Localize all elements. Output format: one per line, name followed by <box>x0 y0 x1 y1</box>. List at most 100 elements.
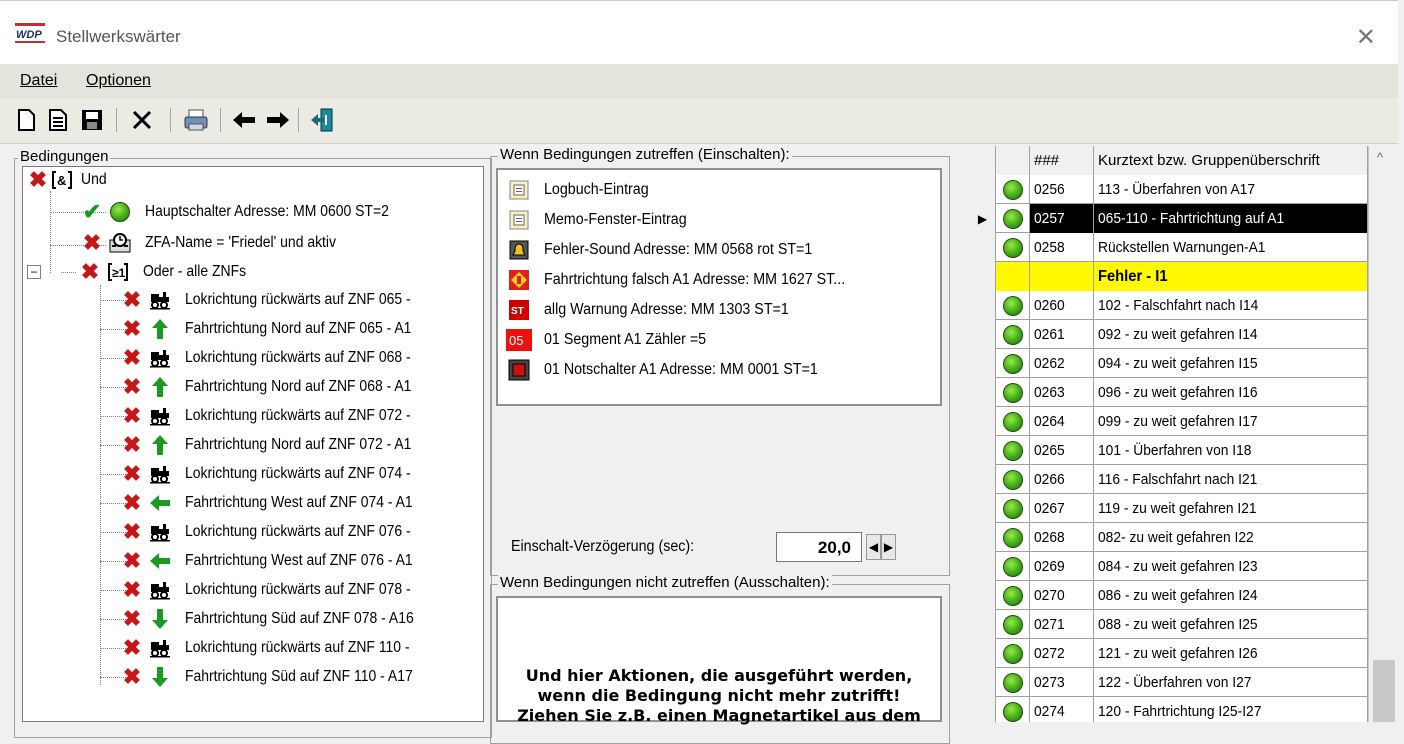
tree-child-item[interactable]: ✖ Fahrtrichtung Süd auf ZNF 110 - A17 <box>121 664 438 690</box>
row-indicator[interactable] <box>970 233 996 262</box>
row-indicator[interactable] <box>970 523 996 552</box>
status-led-icon <box>1002 527 1023 548</box>
tree-child-item[interactable]: ✖ Lokrichtung rückwärts auf ZNF 072 - <box>121 403 436 429</box>
grid-row[interactable]: 0269 084 - zu weit gefahren I23 <box>970 552 1368 581</box>
action-item[interactable]: Memo-Fenster-Eintrag <box>506 206 699 234</box>
header-text[interactable]: Kurztext bzw. Gruppenüberschrift <box>1094 146 1368 175</box>
tree-child-item[interactable]: ✖ Fahrtrichtung Nord auf ZNF 065 - A1 <box>121 316 437 342</box>
grid-row[interactable]: 0258 Rückstellen Warnungen-A1 <box>970 233 1368 262</box>
row-indicator[interactable] <box>970 668 996 697</box>
stop-sign-icon: ST <box>506 299 532 321</box>
tree-child-item[interactable]: ✖ Lokrichtung rückwärts auf ZNF 110 - <box>121 635 435 661</box>
grid-row[interactable]: 0262 094 - zu weit gefahren I15 <box>970 349 1368 378</box>
action-item[interactable]: Fahrtrichtung falsch A1 Adresse: MM 1627… <box>506 266 871 294</box>
grid-row[interactable]: 0266 116 - Falschfahrt nach I21 <box>970 465 1368 494</box>
grid-row[interactable]: 0272 121 - zu weit gefahren I26 <box>970 639 1368 668</box>
grid-row[interactable]: 0263 096 - zu weit gefahren I16 <box>970 378 1368 407</box>
tree-child-item[interactable]: ✖ Lokrichtung rückwärts auf ZNF 076 - <box>121 519 436 545</box>
false-x-icon: ✖ <box>28 167 48 192</box>
row-indicator[interactable] <box>970 262 996 291</box>
tree-child-item[interactable]: ✖ Fahrtrichtung Süd auf ZNF 078 - A16 <box>121 606 439 632</box>
row-indicator[interactable] <box>970 407 996 436</box>
tree-child-item[interactable]: ✖ Lokrichtung rückwärts auf ZNF 068 - <box>121 345 436 371</box>
tree-label: Fahrtrichtung West auf ZNF 076 - A1 <box>185 552 413 569</box>
row-num: 0264 <box>1030 407 1094 436</box>
tree-child-item[interactable]: ✖ Lokrichtung rückwärts auf ZNF 074 - <box>121 461 436 487</box>
tree-item-zfa[interactable]: ✖ ZFA-Name = 'Friedel' und aktiv <box>81 230 357 256</box>
false-x-icon: ✖ <box>122 461 142 486</box>
spin-left-icon[interactable]: ◀ <box>866 534 881 560</box>
close-icon[interactable]: ✕ <box>1356 23 1376 52</box>
grid-row[interactable]: 0273 122 - Überfahren von I27 <box>970 668 1368 697</box>
tree-child-item[interactable]: ✖ Fahrtrichtung West auf ZNF 076 - A1 <box>121 548 438 574</box>
row-indicator[interactable]: ▶ <box>970 204 996 233</box>
arrow-right-icon[interactable] <box>264 106 292 134</box>
tree-root-und[interactable]: ✖ & Und <box>27 167 109 193</box>
arrow-left-icon[interactable] <box>230 106 258 134</box>
row-indicator[interactable] <box>970 697 996 722</box>
action-label: Fahrtrichtung falsch A1 Adresse: MM 1627… <box>544 271 846 288</box>
tree-label: Lokrichtung rückwärts auf ZNF 072 - <box>185 407 411 424</box>
save-icon[interactable] <box>78 106 106 134</box>
exit-icon[interactable] <box>308 106 336 134</box>
tree-child-item[interactable]: ✖ Fahrtrichtung West auf ZNF 074 - A1 <box>121 490 438 516</box>
grid-row[interactable]: 0256 113 - Überfahren von A17 <box>970 175 1368 204</box>
tree-child-item[interactable]: ✖ Fahrtrichtung Nord auf ZNF 072 - A1 <box>121 432 437 458</box>
action-item[interactable]: 05 01 Segment A1 Zähler =5 <box>506 326 720 354</box>
grid-row[interactable]: 0274 120 - Fahrtrichtung I25-I27 <box>970 697 1368 722</box>
action-item[interactable]: Logbuch-Eintrag <box>506 176 658 204</box>
row-indicator[interactable] <box>970 610 996 639</box>
new-icon[interactable] <box>12 106 40 134</box>
group-header-row[interactable]: Fehler - I1 <box>970 262 1368 291</box>
row-indicator[interactable] <box>970 436 996 465</box>
action-item[interactable]: 01 Notschalter A1 Adresse: MM 0001 ST=1 <box>506 356 842 384</box>
action-item[interactable]: ST allg Warnung Adresse: MM 1303 ST=1 <box>506 296 810 324</box>
spin-right-icon[interactable]: ▶ <box>881 534 896 560</box>
false-x-icon: ✖ <box>82 230 102 255</box>
status-led-icon <box>1002 208 1023 229</box>
grid-scrollbar[interactable]: ^ <box>1368 146 1398 722</box>
grid-row[interactable]: 0260 102 - Falschfahrt nach I14 <box>970 291 1368 320</box>
scroll-up-icon[interactable]: ^ <box>1377 150 1383 165</box>
grid-row[interactable]: 0268 082- zu weit gefahren I22 <box>970 523 1368 552</box>
row-indicator[interactable] <box>970 378 996 407</box>
row-indicator[interactable] <box>970 494 996 523</box>
open-icon[interactable] <box>44 106 72 134</box>
grid-row[interactable]: 0261 092 - zu weit gefahren I14 <box>970 320 1368 349</box>
scroll-thumb[interactable] <box>1373 660 1395 722</box>
row-indicator[interactable] <box>970 581 996 610</box>
menu-optionen[interactable]: Optionen <box>86 72 151 90</box>
row-indicator[interactable] <box>970 320 996 349</box>
header-num[interactable]: ### <box>1030 146 1094 175</box>
row-indicator[interactable] <box>970 175 996 204</box>
row-indicator[interactable] <box>970 465 996 494</box>
grid-row[interactable]: 0271 088 - zu weit gefahren I25 <box>970 610 1368 639</box>
tree-child-item[interactable]: ✖ Lokrichtung rückwärts auf ZNF 078 - <box>121 577 436 603</box>
true-check-icon: ✔ <box>82 199 102 224</box>
tree-label: ZFA-Name = 'Friedel' und aktiv <box>145 234 337 251</box>
row-indicator[interactable] <box>970 291 996 320</box>
loco-icon <box>149 579 171 601</box>
delete-icon[interactable] <box>128 106 156 134</box>
action-item[interactable]: Fehler-Sound Adresse: MM 0568 rot ST=1 <box>506 236 836 264</box>
tree-child-item[interactable]: ✖ Fahrtrichtung Nord auf ZNF 068 - A1 <box>121 374 437 400</box>
delay-input[interactable]: 20,0 <box>776 532 862 562</box>
tree-item-hauptschalter[interactable]: ✔ Hauptschalter Adresse: MM 0600 ST=2 <box>81 199 416 225</box>
row-text: 116 - Falschfahrt nach I21 <box>1094 465 1368 494</box>
grid-row[interactable]: 0267 119 - zu weit gefahren I21 <box>970 494 1368 523</box>
tree-item-oder[interactable]: − ✖ ≥1 Oder - alle ZNFs <box>27 259 258 285</box>
menu-datei[interactable]: Datei <box>20 72 57 90</box>
grid-row[interactable]: ▶ 0257 065-110 - Fahrtrichtung auf A1 <box>970 204 1368 233</box>
status-led-icon <box>1002 324 1023 345</box>
tree-child-item[interactable]: ✖ Lokrichtung rückwärts auf ZNF 065 - <box>121 287 436 313</box>
row-indicator[interactable] <box>970 552 996 581</box>
collapse-toggle-icon[interactable]: − <box>27 265 41 279</box>
grid-row[interactable]: 0265 101 - Überfahren von I18 <box>970 436 1368 465</box>
row-indicator[interactable] <box>970 349 996 378</box>
loco-icon <box>149 463 171 485</box>
grid-row[interactable]: 0264 099 - zu weit gefahren I17 <box>970 407 1368 436</box>
grid-row[interactable]: 0270 086 - zu weit gefahren I24 <box>970 581 1368 610</box>
off-actions-list[interactable]: Und hier Aktionen, die ausgeführt werden… <box>496 596 942 725</box>
print-icon[interactable] <box>182 106 210 134</box>
row-indicator[interactable] <box>970 639 996 668</box>
